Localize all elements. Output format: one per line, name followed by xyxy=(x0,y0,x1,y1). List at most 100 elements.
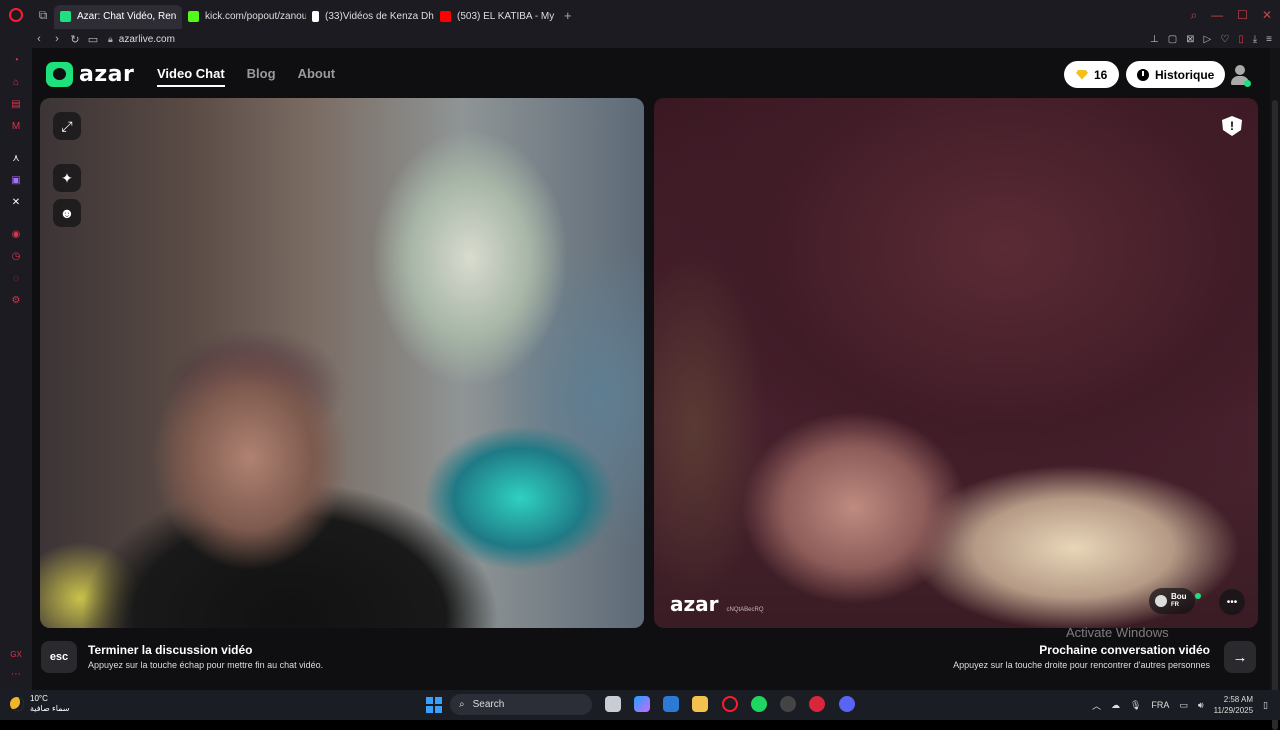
volume-icon[interactable]: 🔊︎ xyxy=(1198,700,1204,711)
show-hidden-icons-icon[interactable]: ︿ xyxy=(1092,699,1101,712)
forward-icon[interactable]: › xyxy=(48,33,66,45)
play-icon[interactable]: ▷ xyxy=(1204,34,1212,45)
activate-windows-watermark: Activate Windows xyxy=(1066,625,1169,640)
partner-name: Bou xyxy=(1171,592,1187,601)
lock-icon[interactable]: 🔒︎ xyxy=(108,34,113,45)
system-tray: ︿ ☁ 🎙︎ FRA ▭ 🔊︎ 2:58 AM 11/29/2025 ▯ xyxy=(1092,690,1268,720)
valorant-icon[interactable] xyxy=(809,696,825,712)
online-status-dot xyxy=(1244,80,1251,87)
shopping-icon[interactable]: ⌂ xyxy=(9,76,23,90)
gx-icon[interactable]: GX xyxy=(9,648,23,662)
heart-icon[interactable]: ♡ xyxy=(1220,34,1229,45)
partner-avatar xyxy=(1155,595,1167,607)
x-icon[interactable]: ✕ xyxy=(9,196,23,210)
notifications-icon[interactable]: ▯ xyxy=(1263,700,1268,711)
chat-icon[interactable]: ◌ xyxy=(9,272,23,286)
chat-bubble-icon[interactable]: ••• xyxy=(1219,589,1245,615)
steam-icon[interactable] xyxy=(780,696,796,712)
browser-tab[interactable]: Azar: Chat Vidéo, Ren xyxy=(54,4,182,29)
kick-favicon-icon xyxy=(188,11,199,22)
browser-tab-bar: ⧉ Azar: Chat Vidéo, Ren kick.com/popout/… xyxy=(0,0,1280,30)
browser-sidebar: ◔ ⌂ ▤ M ⋏ ▣ ✕ ◉ ◷ ◌ ⚙ GX ⋯ xyxy=(0,48,32,690)
settings-icon[interactable]: ⚙ xyxy=(9,294,23,308)
messenger-icon[interactable]: ▤ xyxy=(9,98,23,112)
taskbar-clock[interactable]: 2:58 AM 11/29/2025 xyxy=(1214,694,1253,716)
tab-title: kick.com/popout/zanoun xyxy=(205,11,306,22)
scrollbar[interactable] xyxy=(1270,48,1280,730)
fullscreen-icon[interactable]: ⤢ xyxy=(53,112,81,140)
camera-icon[interactable]: ▭ xyxy=(84,33,102,46)
clock-date: 11/29/2025 xyxy=(1213,706,1254,715)
twitch-icon[interactable]: ▣ xyxy=(9,174,23,188)
next-chat-subtitle: Appuyez sur la touche droite pour rencon… xyxy=(953,660,1210,670)
network-icon[interactable]: ▭ xyxy=(1179,700,1188,711)
task-view-icon[interactable] xyxy=(605,696,621,712)
browser-tab[interactable]: (33)Vidéos de Kenza Dhi xyxy=(306,5,434,29)
windows-start-icon[interactable] xyxy=(426,697,442,713)
new-tab-icon[interactable]: + xyxy=(556,8,580,23)
pin-icon[interactable]: ⊥ xyxy=(1150,34,1159,45)
logo-text: azar xyxy=(79,62,135,87)
tab-switcher-icon[interactable]: ⧉ xyxy=(32,0,54,30)
video-watermark: azar cNQtABecRQ xyxy=(670,592,764,616)
partner-online-dot xyxy=(1195,593,1201,599)
weather-widget[interactable]: 10°C سماء صافية xyxy=(10,694,70,714)
microphone-icon[interactable]: 🎙︎ xyxy=(1130,700,1141,711)
gems-button[interactable]: 16 xyxy=(1064,61,1120,88)
watermark-id: cNQtABecRQ xyxy=(726,607,764,613)
onedrive-icon[interactable]: ☁ xyxy=(1111,700,1120,711)
menu-icon[interactable]: ≡ xyxy=(1266,34,1272,45)
nav-about[interactable]: About xyxy=(298,66,336,87)
end-chat-button[interactable]: esc xyxy=(41,641,77,673)
sticker-icon[interactable]: ☻ xyxy=(53,199,81,227)
end-chat-title: Terminer la discussion vidéo xyxy=(88,643,253,657)
aria-icon[interactable]: ◔ xyxy=(9,54,23,68)
azar-favicon-icon xyxy=(60,11,71,22)
clock-time: 2:58 AM xyxy=(1223,695,1254,704)
file-explorer-icon[interactable] xyxy=(692,696,708,712)
back-icon[interactable]: ‹ xyxy=(30,33,48,45)
player-icon[interactable]: ◉ xyxy=(9,228,23,242)
main-nav: Video Chat Blog About xyxy=(157,66,335,87)
search-icon: ⌕ xyxy=(459,699,465,710)
taskbar-search[interactable]: ⌕ Search xyxy=(450,694,592,715)
partner-badge[interactable]: Bou FR xyxy=(1149,588,1195,614)
browser-tab[interactable]: kick.com/popout/zanoun xyxy=(182,5,306,29)
next-chat-arrow-icon[interactable]: → xyxy=(1224,641,1256,673)
opera-menu-icon[interactable] xyxy=(0,0,32,30)
azar-logo[interactable]: azar xyxy=(46,62,134,87)
window-controls: ⌕ — ☐ ✕ xyxy=(1190,0,1272,30)
language-indicator[interactable]: FRA xyxy=(1151,700,1169,710)
search-tabs-icon[interactable]: ⌕ xyxy=(1190,8,1197,23)
gems-count: 16 xyxy=(1094,67,1108,82)
store-icon[interactable] xyxy=(663,696,679,712)
opera-gx-taskbar-icon[interactable] xyxy=(722,696,738,712)
history-icon[interactable]: ◷ xyxy=(9,250,23,264)
browser-tab[interactable]: (503) EL KATIBA - My Pe xyxy=(434,5,556,29)
reload-icon[interactable]: ↻ xyxy=(66,33,84,46)
spotify-icon[interactable] xyxy=(751,696,767,712)
discord-icon[interactable] xyxy=(839,696,855,712)
nav-video-chat[interactable]: Video Chat xyxy=(157,66,225,87)
history-button[interactable]: Historique xyxy=(1126,61,1226,88)
weather-temp: 10°C xyxy=(30,694,48,703)
kick-icon[interactable]: ⋏ xyxy=(9,152,23,166)
download-icon[interactable]: ⤓ xyxy=(1253,34,1257,45)
minimize-icon[interactable]: — xyxy=(1211,8,1223,22)
nav-blog[interactable]: Blog xyxy=(247,66,276,87)
more-icon[interactable]: ⋯ xyxy=(9,668,23,682)
extensions-icon[interactable]: ▯ xyxy=(1238,34,1244,45)
snapshot-icon[interactable]: ▢ xyxy=(1168,34,1177,45)
copilot-icon[interactable] xyxy=(634,696,650,712)
url-field[interactable]: azarlive.com xyxy=(119,34,175,45)
moon-icon xyxy=(10,697,24,711)
clock-icon xyxy=(1137,68,1149,81)
partner-country: FR xyxy=(1171,602,1179,608)
profile-avatar[interactable] xyxy=(1229,63,1251,87)
mail-icon[interactable]: M xyxy=(9,120,23,134)
maximize-icon[interactable]: ☐ xyxy=(1237,8,1248,22)
tab-title: Azar: Chat Vidéo, Ren xyxy=(77,11,177,22)
effects-icon[interactable]: ✦ xyxy=(53,164,81,192)
close-icon[interactable]: ✕ xyxy=(1262,8,1272,22)
shield-icon[interactable]: ⊠ xyxy=(1186,34,1194,45)
